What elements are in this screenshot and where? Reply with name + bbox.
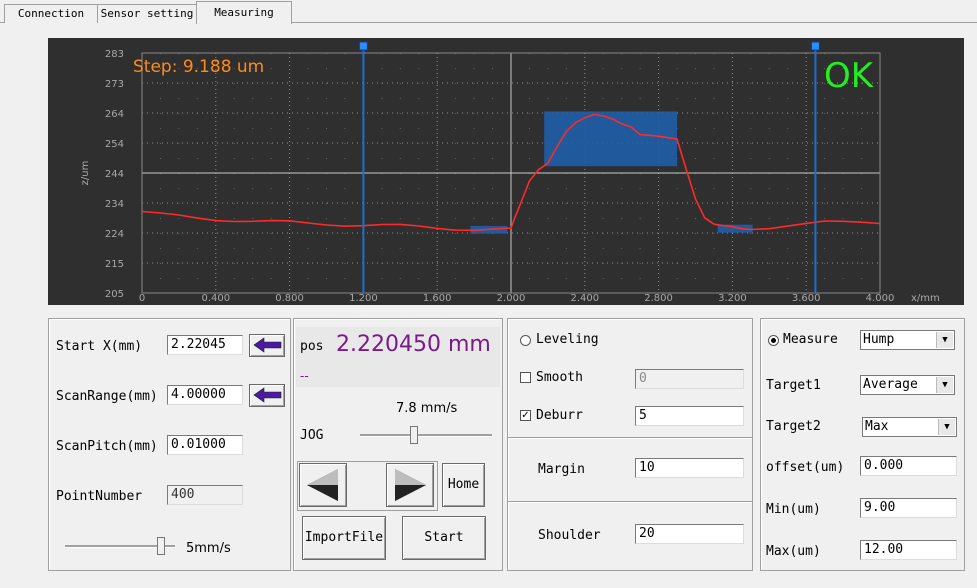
x-tick-label: 1.200: [349, 293, 378, 304]
x-tick-label: 0.400: [201, 293, 230, 304]
x-tick-label: 3.200: [718, 293, 747, 304]
profile-chart: 283 273 264 254 244 234 224 215 205 0 0.400 0.800 1.…: [80, 41, 940, 304]
start-x-set-button[interactable]: [249, 334, 285, 357]
measure-radio[interactable]: [768, 335, 779, 346]
smooth-field: 0: [635, 369, 744, 389]
y-tick-label: 264: [105, 109, 124, 120]
x-axis-label: x/mm: [911, 293, 940, 304]
scan-range-field[interactable]: 4.00000: [167, 385, 243, 405]
min-field[interactable]: 9.00: [860, 498, 957, 518]
import-file-button[interactable]: ImportFile: [302, 516, 386, 560]
start-x-field[interactable]: 2.22045: [167, 335, 243, 355]
measure-panel: Measure Hump ▼ Target1 Average ▼ Target2…: [760, 318, 965, 571]
left-arrow-icon: [253, 337, 282, 353]
min-label: Min(um): [766, 502, 821, 517]
tab-measuring[interactable]: Measuring: [196, 1, 292, 24]
target1-select[interactable]: Average ▼: [860, 375, 955, 395]
x-tick-label: 0.800: [275, 293, 304, 304]
max-field[interactable]: 12.00: [860, 540, 957, 560]
offset-field[interactable]: 0.000: [860, 456, 957, 476]
y-tick-label: 254: [105, 139, 124, 150]
point-number-field: 400: [167, 485, 243, 505]
x-tick-label: 2.400: [570, 293, 599, 304]
x-tick-label: 1.600: [423, 293, 452, 304]
target1-select-value: Average: [863, 377, 918, 392]
status-ok-text: OK: [824, 56, 875, 96]
y-tick-label: 205: [105, 289, 124, 300]
y-tick-label: 224: [105, 229, 124, 240]
smooth-label: Smooth: [536, 370, 583, 385]
pos-value: 2.220450 mm: [336, 332, 491, 357]
jog-slider-thumb[interactable]: [409, 426, 418, 444]
smooth-checkbox[interactable]: [520, 372, 531, 383]
x-tick-label: 3.600: [792, 293, 821, 304]
shoulder-label: Shoulder: [538, 528, 601, 543]
target2-select[interactable]: Max ▼: [862, 417, 957, 437]
leveling-radio[interactable]: [520, 335, 531, 346]
jog-label: JOG: [300, 428, 324, 443]
margin-field[interactable]: 10: [635, 458, 744, 478]
jog-right-button[interactable]: [386, 463, 434, 507]
jog-speed-text: 7.8 mm/s: [396, 401, 458, 416]
shoulder-field[interactable]: 20: [635, 524, 744, 544]
jog-panel: pos 2.220450 mm -- 7.8 mm/s JOG Home Imp…: [293, 318, 503, 571]
triangle-right-icon: [395, 469, 426, 501]
x-tick-label: 2.000: [497, 293, 526, 304]
speed-slider-thumb[interactable]: [156, 537, 165, 555]
processing-panel: Leveling Smooth 0 ✓ Deburr 5 Margin 10 S…: [507, 318, 753, 571]
start-x-label: Start X(mm): [56, 339, 143, 354]
y-tick-label: 234: [105, 199, 124, 210]
status-line: --: [300, 369, 309, 383]
margin-label: Margin: [538, 462, 585, 477]
home-button[interactable]: Home: [442, 463, 485, 507]
divider: [508, 501, 752, 503]
x-tick-label: 4.000: [866, 293, 895, 304]
target2-select-value: Max: [865, 419, 889, 434]
y-axis-label: z/um: [80, 161, 91, 186]
triangle-left-icon: [307, 469, 338, 501]
scan-settings-panel: Start X(mm) 2.22045 ScanRange(mm) 4.0000…: [48, 318, 291, 571]
measure-label: Measure: [783, 332, 838, 347]
cursor-handle: [810, 41, 820, 51]
deburr-label: Deburr: [536, 408, 583, 423]
jog-slider-track[interactable]: [360, 434, 492, 437]
scan-pitch-label: ScanPitch(mm): [56, 439, 158, 454]
chevron-down-icon[interactable]: ▼: [936, 377, 953, 393]
divider: [508, 437, 752, 439]
scan-range-label: ScanRange(mm): [56, 389, 158, 404]
tab-sensor-setting[interactable]: Sensor setting: [97, 4, 197, 23]
target2-label: Target2: [766, 419, 821, 434]
tab-bar: Connection Sensor setting Measuring: [0, 0, 977, 24]
measurement-region: [544, 111, 678, 167]
y-tick-label: 283: [105, 49, 124, 60]
measure-select-value: Hump: [863, 332, 895, 347]
chevron-down-icon[interactable]: ▼: [936, 332, 953, 348]
scan-pitch-field[interactable]: 0.01000: [167, 435, 243, 455]
profile-plot[interactable]: 283 273 264 254 244 234 224 215 205 0 0.400 0.800 1.…: [48, 38, 964, 305]
cursor-handle: [358, 41, 368, 51]
left-arrow-icon: [253, 387, 282, 403]
speed-value-label: 5mm/s: [186, 541, 231, 556]
deburr-field[interactable]: 5: [635, 406, 744, 426]
leveling-label: Leveling: [536, 332, 599, 347]
point-number-label: PointNumber: [56, 489, 143, 504]
x-tick-label: 2.800: [644, 293, 673, 304]
y-tick-label: 244: [105, 169, 124, 180]
y-tick-label: 273: [105, 79, 124, 90]
start-button[interactable]: Start: [402, 516, 486, 560]
y-tick-label: 215: [105, 259, 124, 270]
tab-connection[interactable]: Connection: [4, 4, 98, 23]
deburr-checkbox[interactable]: ✓: [520, 410, 531, 421]
max-label: Max(um): [766, 544, 821, 559]
scan-range-set-button[interactable]: [249, 384, 285, 407]
step-text: Step: 9.188 um: [133, 57, 264, 77]
offset-label: offset(um): [766, 460, 845, 475]
jog-left-button[interactable]: [299, 463, 347, 507]
chevron-down-icon[interactable]: ▼: [938, 419, 955, 435]
target1-label: Target1: [766, 378, 821, 393]
x-tick-label: 0: [139, 293, 145, 304]
pos-label: pos: [300, 339, 324, 354]
measure-select[interactable]: Hump ▼: [860, 330, 955, 350]
